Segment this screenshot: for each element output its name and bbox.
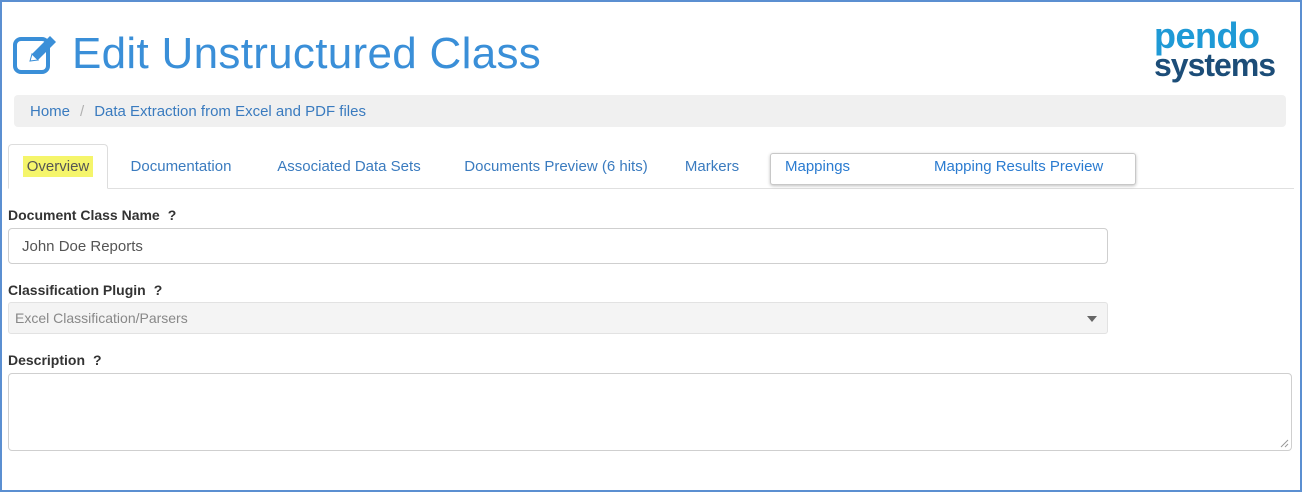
tab-overview[interactable]: Overview <box>8 144 108 189</box>
breadcrumb-separator: / <box>80 102 85 120</box>
description-textarea[interactable] <box>8 373 1292 451</box>
breadcrumb-home[interactable]: Home <box>30 103 70 120</box>
pendo-systems-logo: pendo systems <box>1154 15 1276 83</box>
tab-markers[interactable]: Markers <box>676 144 748 188</box>
breadcrumb-data-extraction[interactable]: Data Extraction from Excel and PDF files <box>94 103 366 120</box>
resize-handle-icon[interactable] <box>1279 438 1289 448</box>
tab-associated-data-sets[interactable]: Associated Data Sets <box>260 144 438 188</box>
description-label: Description? <box>8 352 102 368</box>
help-icon[interactable]: ? <box>168 207 177 223</box>
help-icon[interactable]: ? <box>93 352 102 368</box>
chevron-down-icon <box>1087 316 1097 322</box>
edit-icon <box>13 36 56 74</box>
document-class-name-input[interactable]: John Doe Reports <box>8 228 1108 264</box>
tab-documentation[interactable]: Documentation <box>118 144 244 188</box>
page-header: Edit Unstructured Class <box>12 24 541 84</box>
tab-mapping-results-preview[interactable]: Mapping Results Preview <box>934 153 1103 179</box>
tab-documents-preview[interactable]: Documents Preview (6 hits) <box>450 144 662 188</box>
classification-plugin-select[interactable]: Excel Classification/Parsers <box>8 302 1108 334</box>
help-icon[interactable]: ? <box>154 282 163 298</box>
document-class-name-label: Document Class Name? <box>8 207 177 223</box>
classification-plugin-label: Classification Plugin? <box>8 282 163 298</box>
page-title: Edit Unstructured Class <box>72 29 542 78</box>
tab-mappings[interactable]: Mappings <box>785 153 850 179</box>
breadcrumb: Home / Data Extraction from Excel and PD… <box>14 95 1286 127</box>
